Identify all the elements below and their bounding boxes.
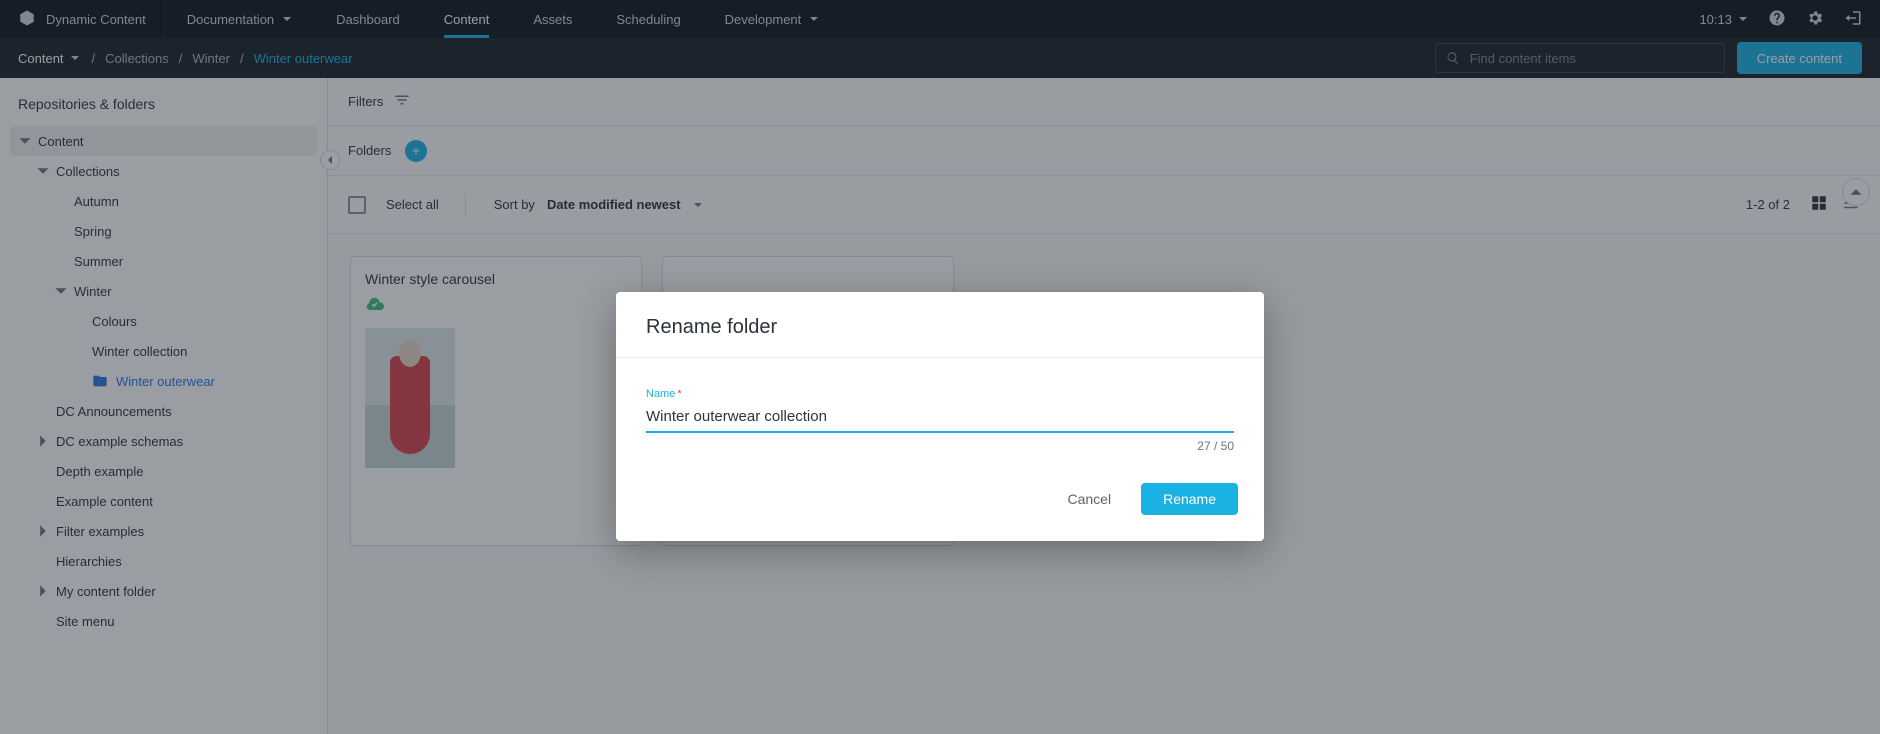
cancel-button[interactable]: Cancel: [1051, 483, 1127, 515]
char-counter: 27 / 50: [646, 439, 1234, 453]
field-label: Name*: [646, 388, 1234, 400]
folder-name-input[interactable]: [646, 400, 1234, 433]
modal-title: Rename folder: [616, 292, 1264, 358]
rename-button[interactable]: Rename: [1141, 483, 1238, 515]
rename-folder-modal: Rename folder Name* 27 / 50 Cancel Renam…: [616, 292, 1264, 541]
modal-overlay[interactable]: Rename folder Name* 27 / 50 Cancel Renam…: [0, 0, 1880, 734]
